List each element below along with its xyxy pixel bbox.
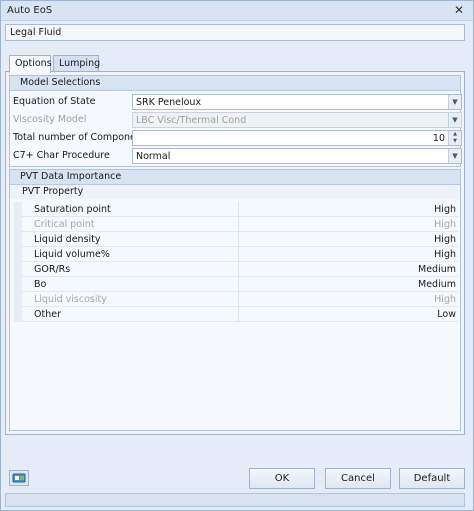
window-title: Auto EoS (7, 5, 53, 16)
total-components-label: Total number of Components (13, 132, 151, 143)
pvt-importance-value[interactable]: High (258, 234, 458, 245)
equation-of-state-label: Equation of State (13, 96, 96, 107)
help-icon (12, 473, 26, 483)
viscosity-model-value: LBC Visc/Thermal Cond (136, 115, 247, 126)
help-button[interactable] (9, 470, 29, 486)
pvt-importance-value[interactable]: Low (258, 309, 458, 320)
viscosity-model-select: LBC Visc/Thermal Cond ▼ (132, 112, 462, 128)
c7-char-procedure-value: Normal (136, 151, 171, 162)
cancel-button[interactable]: Cancel (325, 468, 391, 489)
pvt-property-grid: Saturation point High Critical point Hig… (14, 202, 458, 322)
c7-char-procedure-label: C7+ Char Procedure (13, 150, 110, 161)
pvt-property-name: Critical point (34, 219, 95, 230)
pvt-property-name: Liquid viscosity (34, 294, 107, 305)
pvt-row[interactable]: GOR/Rs Medium (14, 262, 458, 277)
ok-button[interactable]: OK (249, 468, 315, 489)
total-components-row: Total number of Components 10 ▲ ▼ (10, 130, 462, 147)
model-selections-group: Model Selections Equation of State SRK P… (9, 75, 462, 167)
pvt-importance-value[interactable]: Medium (258, 264, 458, 275)
title-bar[interactable]: Auto EoS ✕ (1, 1, 473, 21)
pvt-row[interactable]: Other Low (14, 307, 458, 322)
pvt-property-name: Bo (34, 279, 47, 290)
fluid-name-field[interactable]: Legal Fluid (5, 24, 465, 41)
pvt-property-name: Saturation point (34, 204, 111, 215)
tab-lumping[interactable]: Lumping (53, 55, 100, 72)
spin-up-icon[interactable]: ▲ (449, 131, 461, 138)
c7-char-procedure-row: C7+ Char Procedure Normal ▼ (10, 148, 462, 165)
equation-of-state-value: SRK Peneloux (136, 97, 202, 108)
auto-eos-window: Auto EoS ✕ Legal Fluid Options Lumping M… (0, 0, 474, 511)
pvt-property-name: Liquid volume% (34, 249, 110, 260)
model-selections-header: Model Selections (10, 76, 460, 91)
pvt-importance-value: High (434, 219, 456, 230)
pvt-row[interactable]: Saturation point High (14, 202, 458, 217)
spin-down-icon[interactable]: ▼ (449, 138, 461, 145)
equation-of-state-select[interactable]: SRK Peneloux ▼ (132, 94, 462, 110)
pvt-property-name: GOR/Rs (34, 264, 71, 275)
chevron-down-icon[interactable]: ▼ (448, 95, 461, 109)
pvt-property-column-header: PVT Property (10, 185, 460, 199)
pvt-importance-value: High (434, 294, 456, 305)
pvt-property-name: Liquid density (34, 234, 101, 245)
pvt-row: Liquid viscosity High (14, 292, 458, 307)
pvt-importance-group: PVT Data Importance PVT Property Saturat… (9, 169, 461, 431)
status-bar (5, 493, 465, 507)
total-components-spinner[interactable]: 10 ▲ ▼ (132, 130, 462, 146)
pvt-row[interactable]: Liquid volume% High (14, 247, 458, 262)
pvt-row[interactable]: Liquid density High (14, 232, 458, 247)
chevron-down-icon: ▼ (448, 113, 461, 127)
fluid-name-text: Legal Fluid (10, 27, 62, 38)
close-icon[interactable]: ✕ (451, 3, 467, 18)
pvt-importance-header: PVT Data Importance (10, 170, 460, 185)
pvt-property-name: Other (34, 309, 61, 320)
default-button[interactable]: Default (399, 468, 465, 489)
pvt-importance-value[interactable]: High (258, 204, 458, 215)
c7-char-procedure-select[interactable]: Normal ▼ (132, 148, 462, 164)
spinner-buttons[interactable]: ▲ ▼ (448, 131, 461, 145)
pvt-importance-value[interactable]: High (258, 249, 458, 260)
tab-options[interactable]: Options (9, 55, 52, 73)
options-tab-panel: Model Selections Equation of State SRK P… (5, 71, 465, 435)
pvt-row: Critical point High (14, 217, 458, 232)
chevron-down-icon[interactable]: ▼ (448, 149, 461, 163)
pvt-row[interactable]: Bo Medium (14, 277, 458, 292)
equation-of-state-row: Equation of State SRK Peneloux ▼ (10, 94, 462, 111)
pvt-importance-value[interactable]: Medium (258, 279, 458, 290)
viscosity-model-row: Viscosity Model LBC Visc/Thermal Cond ▼ (10, 112, 462, 129)
total-components-value: 10 (432, 133, 445, 144)
viscosity-model-label: Viscosity Model (13, 114, 87, 125)
